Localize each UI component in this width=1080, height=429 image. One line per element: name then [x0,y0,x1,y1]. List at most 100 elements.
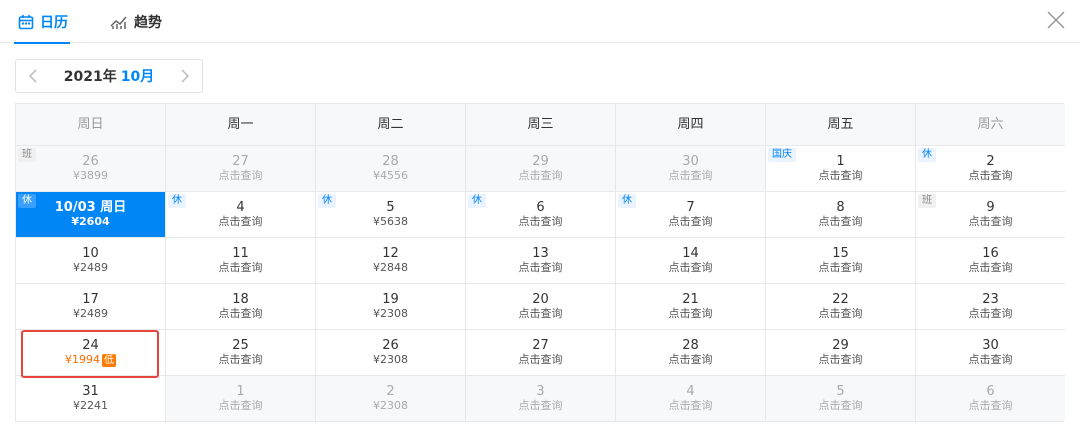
query-link: 点击查询 [518,169,563,182]
day-cell[interactable]: 31 ¥2241 [16,376,166,421]
day-number: 14 [682,246,699,261]
day-cell[interactable]: 1 点击查询 [166,376,316,421]
day-cell[interactable]: 16 点击查询 [916,238,1065,284]
month-navigator: 2021年 10月 [15,59,203,93]
day-cell[interactable]: 28 点击查询 [616,330,766,376]
day-sub: 点击查询 [166,169,315,183]
day-price: ¥2241 [73,399,108,412]
day-cell[interactable]: 4 点击查询 [616,376,766,421]
day-cell[interactable]: 2 ¥2308 [316,376,466,421]
day-cell[interactable]: 5 点击查询 [766,376,916,421]
query-link: 点击查询 [968,307,1013,320]
day-cell[interactable]: 班 26 ¥3899 [16,146,166,192]
day-cell[interactable]: 10 ¥2489 [16,238,166,284]
day-cell[interactable]: 29 点击查询 [766,330,916,376]
day-sub: 点击查询 [466,307,615,321]
query-link: 点击查询 [518,353,563,366]
day-cell[interactable]: 11 点击查询 [166,238,316,284]
day-cell[interactable]: 18 点击查询 [166,284,316,330]
day-sub: 点击查询 [916,307,1065,321]
day-cell[interactable]: 28 ¥4556 [316,146,466,192]
weekday-sun: 周日 [16,104,166,146]
day-price: ¥2489 [73,307,108,320]
tab-trend[interactable]: 趋势 [110,0,162,43]
day-sub: 点击查询 [766,353,915,367]
view-tabs: 日历 趋势 [0,0,1080,44]
day-cell[interactable]: 17 ¥2489 [16,284,166,330]
query-link: 点击查询 [218,353,263,366]
day-sub: 点击查询 [616,169,765,183]
chevron-left-icon[interactable] [16,60,50,92]
day-sub: 点击查询 [766,307,915,321]
day-cell[interactable]: 27 点击查询 [166,146,316,192]
day-sub: ¥2241 [16,399,165,413]
day-sub: 点击查询 [616,307,765,321]
day-sub: 点击查询 [466,399,615,413]
day-sub: ¥1994 低 [16,353,165,367]
day-sub: ¥3899 [16,169,165,183]
day-price: ¥2604 [71,215,110,228]
day-cell[interactable]: 休 6 点击查询 [466,192,616,238]
day-number: 10/03 周日 [54,200,127,215]
day-number: 23 [982,292,999,307]
day-cell[interactable]: 班 9 点击查询 [916,192,1065,238]
tab-calendar[interactable]: 日历 [14,0,70,44]
day-cell[interactable]: 19 ¥2308 [316,284,466,330]
day-cell[interactable]: 14 点击查询 [616,238,766,284]
day-cell[interactable]: 23 点击查询 [916,284,1065,330]
query-link: 点击查询 [668,353,713,366]
day-price: ¥4556 [373,169,408,182]
day-cell[interactable]: 休 7 点击查询 [616,192,766,238]
day-cell[interactable]: 13 点击查询 [466,238,616,284]
day-cell[interactable]: 21 点击查询 [616,284,766,330]
day-cell[interactable]: 休 4 点击查询 [166,192,316,238]
day-cell[interactable]: 15 点击查询 [766,238,916,284]
day-sub: 点击查询 [466,215,615,229]
weekday-fri: 周五 [766,104,916,146]
day-cell[interactable]: 8 点击查询 [766,192,916,238]
day-cell[interactable]: 29 点击查询 [466,146,616,192]
day-number: 31 [82,384,99,399]
day-cell[interactable]: 27 点击查询 [466,330,616,376]
day-cell[interactable]: 12 ¥2848 [316,238,466,284]
day-sub: 点击查询 [616,353,765,367]
day-sub: 点击查询 [166,215,315,229]
day-number: 12 [382,246,399,261]
close-icon[interactable] [1044,8,1068,32]
day-cell[interactable]: 休 5 ¥5638 [316,192,466,238]
holiday-badge: 国庆 [768,148,796,162]
day-cell[interactable]: 20 点击查询 [466,284,616,330]
day-sub: 点击查询 [616,215,765,229]
day-cell[interactable]: 6 点击查询 [916,376,1065,421]
day-cell[interactable]: 3 点击查询 [466,376,616,421]
day-sub: 点击查询 [466,169,615,183]
day-cell[interactable]: 休 2 点击查询 [916,146,1065,192]
day-cell[interactable]: 22 点击查询 [766,284,916,330]
day-number: 28 [682,338,699,353]
chevron-right-icon[interactable] [168,60,202,92]
query-link: 点击查询 [518,215,563,228]
day-cell[interactable]: 25 点击查询 [166,330,316,376]
day-cell[interactable]: 30 点击查询 [616,146,766,192]
month-label: 2021年 10月 [50,66,168,86]
day-sub: 点击查询 [166,353,315,367]
day-number: 22 [832,292,849,307]
weekday-tue: 周二 [316,104,466,146]
rest-day-badge: 休 [168,194,186,208]
weekday-mon: 周一 [166,104,316,146]
day-price: ¥2308 [373,307,408,320]
day-cell[interactable]: 国庆 1 点击查询 [766,146,916,192]
trend-chart-icon [110,14,128,30]
day-number: 19 [382,292,399,307]
day-number: 6 [536,200,545,215]
day-number: 1 [236,384,245,399]
query-link: 点击查询 [818,353,863,366]
day-cell[interactable]: 26 ¥2308 [316,330,466,376]
day-cell[interactable]: 24 ¥1994 低 [16,330,166,376]
day-cell[interactable]: 30 点击查询 [916,330,1065,376]
day-number: 7 [686,200,695,215]
query-link: 点击查询 [518,399,563,412]
query-link: 点击查询 [518,261,563,274]
day-number: 6 [986,384,995,399]
day-cell[interactable]: 休 10/03 周日 ¥2604 [16,192,166,238]
